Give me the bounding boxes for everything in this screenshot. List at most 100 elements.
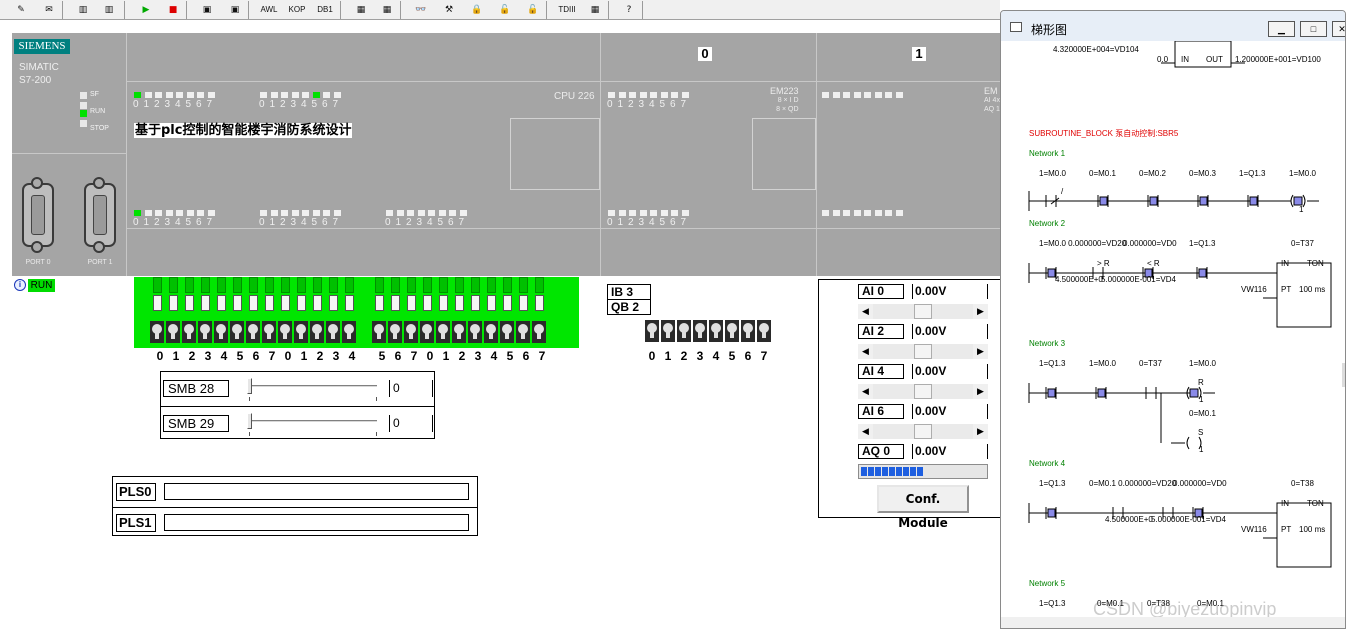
ai4-scroll-thumb[interactable]: [914, 384, 932, 399]
input-switch[interactable]: [516, 321, 530, 343]
pls0-row: PLS0: [113, 477, 477, 507]
ladder-text: TON: [1307, 259, 1324, 268]
port1: PORT 1: [80, 177, 120, 266]
glasses-icon[interactable]: 👓: [410, 1, 432, 19]
input-switch[interactable]: [436, 321, 450, 343]
scroll-right-icon[interactable]: ▶: [973, 384, 988, 399]
ai4-label: AI 4: [858, 364, 904, 379]
ladder-title: 梯形图: [1031, 23, 1068, 37]
io-led: [197, 92, 204, 98]
input-switch[interactable]: [198, 321, 212, 343]
smb28-slider-thumb[interactable]: [247, 378, 252, 394]
smb29-value[interactable]: 0: [389, 415, 433, 432]
input-switch[interactable]: [388, 321, 402, 343]
input-switch[interactable]: [404, 321, 418, 343]
input-switch[interactable]: [182, 321, 196, 343]
stop-icon[interactable]: ■: [162, 1, 184, 19]
ladder-titlebar: 梯形图 ▁ □ ✕: [1001, 11, 1345, 41]
tool-icon[interactable]: ⚒: [438, 1, 460, 19]
qb-label: QB 2: [607, 299, 651, 315]
input-switch[interactable]: [246, 321, 260, 343]
pc-icon[interactable]: ▣: [196, 1, 218, 19]
program2-icon[interactable]: ▥: [98, 1, 120, 19]
smb29-slider[interactable]: [239, 411, 389, 437]
ib-label: IB 3: [607, 284, 651, 300]
input-switch[interactable]: [326, 321, 340, 343]
input-switch[interactable]: [230, 321, 244, 343]
ai2-scroll-thumb[interactable]: [914, 344, 932, 359]
close-icon[interactable]: ✕: [1332, 21, 1345, 37]
minimize-icon[interactable]: ▁: [1268, 21, 1295, 37]
chart-icon[interactable]: ▦: [376, 1, 398, 19]
contact-highlight: [1099, 196, 1108, 206]
ladder-text: 100 ms: [1299, 285, 1326, 294]
ladder-vscroll-tab[interactable]: [1342, 363, 1345, 387]
scroll-left-icon[interactable]: ◀: [858, 344, 873, 359]
input-switch[interactable]: [278, 321, 292, 343]
io-led: [165, 210, 173, 216]
input-switch[interactable]: [166, 321, 180, 343]
network-icon[interactable]: ▦: [584, 1, 606, 19]
pencil-icon[interactable]: ✎: [10, 1, 32, 19]
ai6-scrollbar[interactable]: ◀ ▶: [858, 424, 988, 439]
toolbar: ✎ ✉ ▥ ▥ ▶ ■ ▣ ▣ AWL KOP DB1 ▦ ▦ 👓 ⚒ 🔒 🔓 🔓 TDIII ▦?: [0, 0, 1000, 20]
input-switch[interactable]: [150, 321, 164, 343]
input-switch[interactable]: [484, 321, 498, 343]
ai0-value: 0.00V: [912, 284, 988, 299]
lock-icon[interactable]: 🔒: [466, 1, 488, 19]
ai0-scroll-thumb[interactable]: [914, 304, 932, 319]
ai6-scroll-thumb[interactable]: [914, 424, 932, 439]
ladder-text: 5.000000E-001=VD4: [1101, 275, 1176, 284]
input-switch[interactable]: [342, 321, 356, 343]
io-led: [629, 210, 636, 216]
monitor-icon[interactable]: ▦: [350, 1, 372, 19]
pc2-icon[interactable]: ▣: [224, 1, 246, 19]
conf-module-button[interactable]: Conf. Module: [877, 485, 969, 530]
scroll-right-icon[interactable]: ▶: [973, 424, 988, 439]
smb28-value[interactable]: 0: [389, 380, 433, 397]
input-switch[interactable]: [468, 321, 482, 343]
awl-icon[interactable]: AWL: [258, 1, 280, 19]
help-icon[interactable]: ?: [618, 1, 640, 19]
run-icon[interactable]: ▶: [135, 1, 157, 19]
unlock2-icon[interactable]: 🔓: [522, 1, 544, 19]
td-icon[interactable]: TDIII: [556, 1, 578, 19]
ai4-scrollbar[interactable]: ◀ ▶: [858, 384, 988, 399]
io-led: [660, 210, 668, 216]
switch-numbers-b: 56701234567: [378, 349, 546, 363]
input-switch[interactable]: [214, 321, 228, 343]
input-switch[interactable]: [372, 321, 386, 343]
ai2-scrollbar[interactable]: ◀ ▶: [858, 344, 988, 359]
ladder-hscrollbar[interactable]: [1001, 617, 1345, 628]
input-switch[interactable]: [500, 321, 514, 343]
io-led: [396, 210, 404, 216]
ai0-scrollbar[interactable]: ◀ ▶: [858, 304, 988, 319]
input-switch[interactable]: [294, 321, 308, 343]
program-icon[interactable]: ▥: [72, 1, 94, 19]
scroll-right-icon[interactable]: ▶: [973, 344, 988, 359]
input-switch[interactable]: [310, 321, 324, 343]
switch-slot: [519, 295, 528, 311]
ladder-text: IN: [1281, 499, 1289, 508]
input-switch[interactable]: [532, 321, 546, 343]
io-led: [323, 92, 330, 98]
input-switch[interactable]: [452, 321, 466, 343]
maximize-icon[interactable]: □: [1300, 21, 1327, 37]
scroll-right-icon[interactable]: ▶: [973, 304, 988, 319]
db1-icon[interactable]: DB1: [314, 1, 336, 19]
envelope-icon[interactable]: ✉: [38, 1, 60, 19]
smb28-slider[interactable]: [239, 376, 389, 402]
kop-icon[interactable]: KOP: [286, 1, 308, 19]
scroll-left-icon[interactable]: ◀: [858, 424, 873, 439]
contact-highlight: [1198, 268, 1207, 278]
unlock-icon[interactable]: 🔓: [494, 1, 516, 19]
scroll-left-icon[interactable]: ◀: [858, 304, 873, 319]
scroll-left-icon[interactable]: ◀: [858, 384, 873, 399]
input-switch[interactable]: [262, 321, 276, 343]
input-switch[interactable]: [420, 321, 434, 343]
info-icon: i: [14, 279, 26, 291]
network-label: Network 2: [1029, 219, 1066, 228]
contact-highlight: [1047, 508, 1056, 518]
io-led: [417, 210, 425, 216]
smb29-slider-thumb[interactable]: [247, 413, 252, 429]
